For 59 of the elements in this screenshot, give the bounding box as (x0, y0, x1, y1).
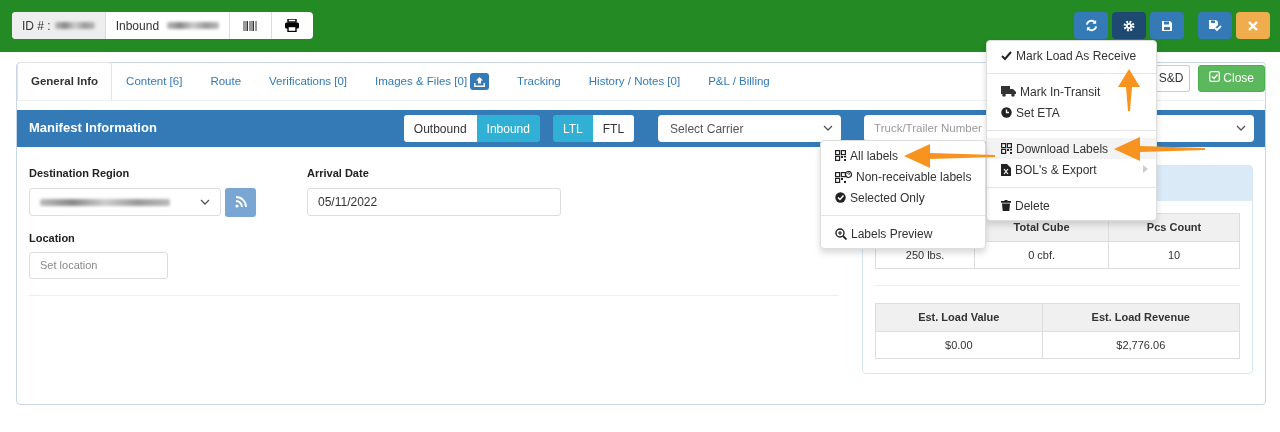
destination-select[interactable] (29, 188, 221, 216)
qr-code-icon (835, 150, 846, 161)
menu-item[interactable]: Mark Load As Receive (987, 45, 1156, 66)
checkbox-icon (1209, 71, 1221, 82)
toggle-option[interactable]: FTL (592, 115, 635, 142)
menu-item[interactable]: BOL's & Export (987, 159, 1156, 180)
trash-icon (1001, 200, 1011, 211)
check-circle-icon (835, 192, 846, 203)
save-button[interactable] (1150, 12, 1184, 39)
menu-item[interactable]: Set ETA (987, 102, 1156, 123)
tab[interactable]: History / Notes [0] (574, 62, 695, 100)
clock-icon (1001, 107, 1012, 118)
table-cell: 10 (1108, 241, 1240, 269)
menu-item[interactable]: Mark In-Transit (987, 81, 1156, 102)
menu-item[interactable]: Selected Only (821, 187, 985, 208)
truck-icon (1001, 86, 1016, 97)
gear-icon (1123, 19, 1135, 32)
settings-button[interactable] (1112, 12, 1146, 39)
save-check-button[interactable] (1198, 12, 1232, 39)
menu-item[interactable]: Non-receivable labels (821, 166, 985, 187)
tab[interactable]: General Info (17, 62, 113, 100)
chevron-down-icon (200, 198, 210, 206)
field-label: Arrival Date (307, 166, 370, 181)
chevron-down-icon (823, 125, 834, 132)
tab[interactable]: Tracking (503, 62, 575, 100)
tab[interactable]: Content [6] (112, 62, 197, 100)
rss-button[interactable] (225, 187, 256, 217)
field-label: Destination Region (29, 166, 131, 181)
qr-code-question-icon (835, 170, 852, 183)
redacted-value (54, 22, 95, 29)
zoom-in-icon (835, 227, 847, 240)
redacted-value (167, 22, 219, 29)
column-header: Est. Load Revenue (1042, 303, 1240, 331)
close-icon (1248, 20, 1258, 31)
refresh-icon (1084, 19, 1098, 32)
menu-item[interactable]: All labels (821, 145, 985, 166)
check-icon (1001, 50, 1012, 61)
tab[interactable]: Verifications [0] (255, 62, 362, 100)
file-icon (1001, 163, 1011, 176)
id-label: ID # : (22, 17, 51, 35)
tab[interactable]: Images & Files [0] (361, 62, 504, 100)
chevron-down-icon (1236, 125, 1247, 132)
refresh-button[interactable] (1074, 12, 1108, 39)
floppy-check-icon (1208, 19, 1222, 32)
rss-icon (234, 196, 247, 208)
tab[interactable]: Route (196, 62, 256, 100)
table-cell: $2,776.06 (1042, 331, 1240, 359)
arrival-date-field[interactable]: 05/11/2022 (307, 187, 561, 216)
panel-title: Manifest Information (29, 119, 157, 137)
toggle-option[interactable]: Outbound (403, 115, 477, 142)
carrier-select[interactable]: Select Carrier (658, 115, 842, 142)
table-cell: $0.00 (875, 331, 1043, 359)
location-field[interactable]: Set location (29, 252, 168, 279)
qr-code-icon (1001, 143, 1012, 154)
menu-item[interactable]: Delete (987, 195, 1156, 216)
direction-label: Inbound (115, 17, 160, 35)
tab[interactable]: P&L / Billing (694, 62, 784, 100)
field-label: Location (29, 230, 76, 246)
column-header: Est. Load Value (875, 303, 1043, 331)
